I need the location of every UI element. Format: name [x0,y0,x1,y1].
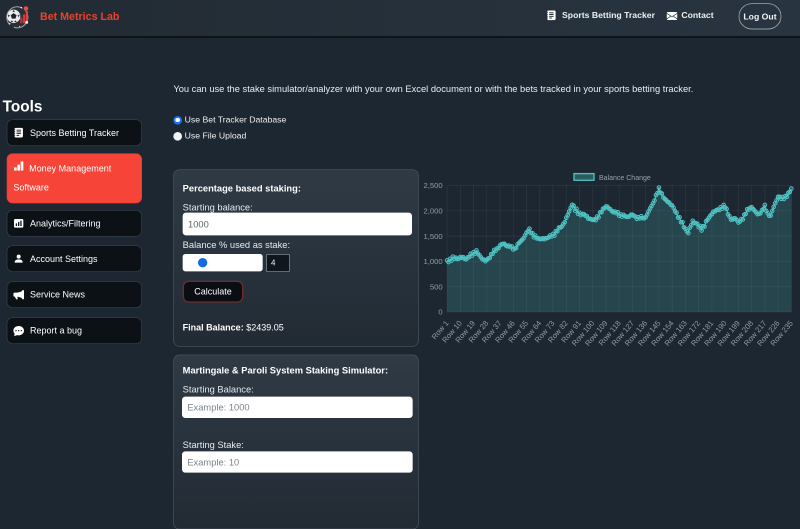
svg-text:1,000: 1,000 [423,257,442,266]
svg-text:1,500: 1,500 [423,232,442,241]
svg-text:Balance Change: Balance Change [599,175,651,182]
svg-text:2,000: 2,000 [423,207,442,216]
svg-text:500: 500 [430,282,443,291]
svg-text:0: 0 [438,308,442,317]
svg-text:2,500: 2,500 [423,181,442,190]
